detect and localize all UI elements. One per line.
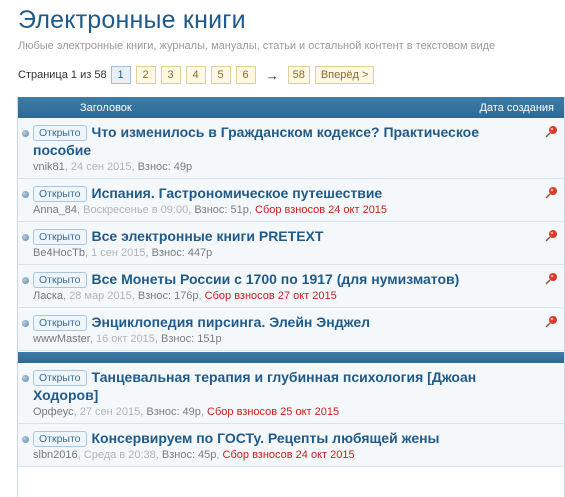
topic-title-link[interactable]: Все электронные книги PRETEXT <box>92 228 324 244</box>
pin-icon <box>545 126 557 138</box>
topic-title-link[interactable]: Испания. Гастрономическое путешествие <box>92 185 383 201</box>
pin-icon <box>545 273 557 285</box>
topic-donation: Взнос: 151р <box>161 333 222 345</box>
bullet-icon <box>22 277 29 284</box>
topic-donation: Взнос: 447р <box>151 247 213 259</box>
page: Электронные книги Любые электронные книг… <box>0 0 565 497</box>
pagination-label: Страница 1 из 58 <box>18 69 107 81</box>
status-badge[interactable]: Открыто <box>33 431 87 447</box>
page-link-1[interactable]: 1 <box>110 66 131 84</box>
pinned-topic-row: Открыто Все электронные книги PRETEXT Be4… <box>18 222 564 265</box>
topic-date: Воскресенье в 09:00 <box>83 204 189 216</box>
bullet-icon <box>22 191 29 198</box>
pinned-topic-row: Открыто Все Монеты России с 1700 по 1917 … <box>18 265 564 308</box>
status-badge[interactable]: Открыто <box>33 315 87 331</box>
status-badge[interactable]: Открыто <box>33 125 87 141</box>
bullet-icon <box>22 234 29 241</box>
bullet-icon <box>22 375 29 382</box>
topic-donation: Взнос: 49р <box>146 406 201 418</box>
topic-author[interactable]: Ласка <box>33 290 63 302</box>
page-link-6[interactable]: 6 <box>235 66 256 84</box>
next-page-button[interactable]: Вперёд > <box>314 66 375 84</box>
status-badge[interactable]: Открыто <box>33 229 87 245</box>
page-link-4[interactable]: 4 <box>185 66 206 84</box>
topic-author[interactable]: Be4HocTb <box>33 247 85 259</box>
bullet-icon <box>22 320 29 327</box>
status-badge[interactable]: Открыто <box>33 370 87 386</box>
column-date-header[interactable]: Дата создания <box>479 102 554 114</box>
column-title-header[interactable]: Заголовок <box>80 102 132 114</box>
bullet-icon <box>22 130 29 137</box>
topic-collect-date: Сбор взносов 24 окт 2015 <box>255 204 388 216</box>
page-link-3[interactable]: 3 <box>160 66 181 84</box>
topic-date: 27 сен 2015 <box>79 406 141 418</box>
status-badge[interactable]: Открыто <box>33 186 87 202</box>
topic-row: Открыто Консервируем по ГОСТу. Рецепты лю… <box>18 424 564 467</box>
topic-title-link[interactable]: Что изменилось в Гражданском кодексе? Пр… <box>33 124 479 158</box>
status-badge[interactable]: Открыто <box>33 272 87 288</box>
page-title: Электронные книги <box>18 6 246 34</box>
topic-title-link[interactable]: Все Монеты России с 1700 по 1917 (для ну… <box>92 271 460 287</box>
topic-author[interactable]: Anna_84 <box>33 204 77 216</box>
page-subtitle: Любые электронные книги, журналы, мануал… <box>18 40 496 52</box>
pin-icon <box>545 230 557 242</box>
topic-collect-date: Сбор взносов 27 окт 2015 <box>204 290 337 302</box>
topic-author[interactable]: wwwMaster <box>33 333 90 345</box>
topic-date: 28 мар 2015 <box>69 290 132 302</box>
bullet-icon <box>22 436 29 443</box>
topic-author[interactable]: Орфеус <box>33 406 74 418</box>
section-separator <box>18 352 564 363</box>
pinned-topic-row: Открыто Что изменилось в Гражданском коде… <box>18 118 564 179</box>
page-link-2[interactable]: 2 <box>135 66 156 84</box>
topic-list: Заголовок Дата создания Открыто Что измен… <box>17 97 565 497</box>
topic-title-link[interactable]: Энциклопедия пирсинга. Элейн Энджел <box>92 314 371 330</box>
page-link-5[interactable]: 5 <box>210 66 231 84</box>
topic-date: 1 сен 2015 <box>91 247 146 259</box>
topic-author[interactable]: vnik81 <box>33 161 65 173</box>
topic-donation: Взнос: 176р <box>137 290 199 302</box>
pinned-topic-row: Открыто Испания. Гастрономическое путешес… <box>18 179 564 222</box>
topic-title-link[interactable]: Танцевальная терапия и глубинная психоло… <box>33 369 476 403</box>
pagination: Страница 1 из 58 1 2 3 4 5 6 → 58 Вперёд… <box>18 66 379 84</box>
topic-date: Среда в 20:38 <box>83 449 156 461</box>
list-header: Заголовок Дата создания <box>18 97 564 118</box>
pin-icon <box>545 316 557 328</box>
topic-title-link[interactable]: Консервируем по ГОСТу. Рецепты любящей ж… <box>92 430 440 446</box>
topic-date: 24 сен 2015 <box>70 161 132 173</box>
topic-date: 16 окт 2015 <box>95 333 155 345</box>
topic-row: Открыто Танцевальная терапия и глубинная … <box>18 363 564 424</box>
pinned-topic-row: Открыто Энциклопедия пирсинга. Элейн Эндж… <box>18 308 564 351</box>
pagination-arrow: → <box>265 67 279 83</box>
page-link-last[interactable]: 58 <box>287 66 310 84</box>
topic-author[interactable]: slbn2016 <box>33 449 78 461</box>
topic-collect-date: Сбор взносов 24 окт 2015 <box>222 449 355 461</box>
pin-icon <box>545 187 557 199</box>
topic-donation: Взнос: 45р <box>161 449 217 461</box>
topic-donation: Взнос: 49р <box>137 161 193 173</box>
topic-donation: Взнос: 51р <box>194 204 249 216</box>
topic-collect-date: Сбор взносов 25 окт 2015 <box>207 406 340 418</box>
